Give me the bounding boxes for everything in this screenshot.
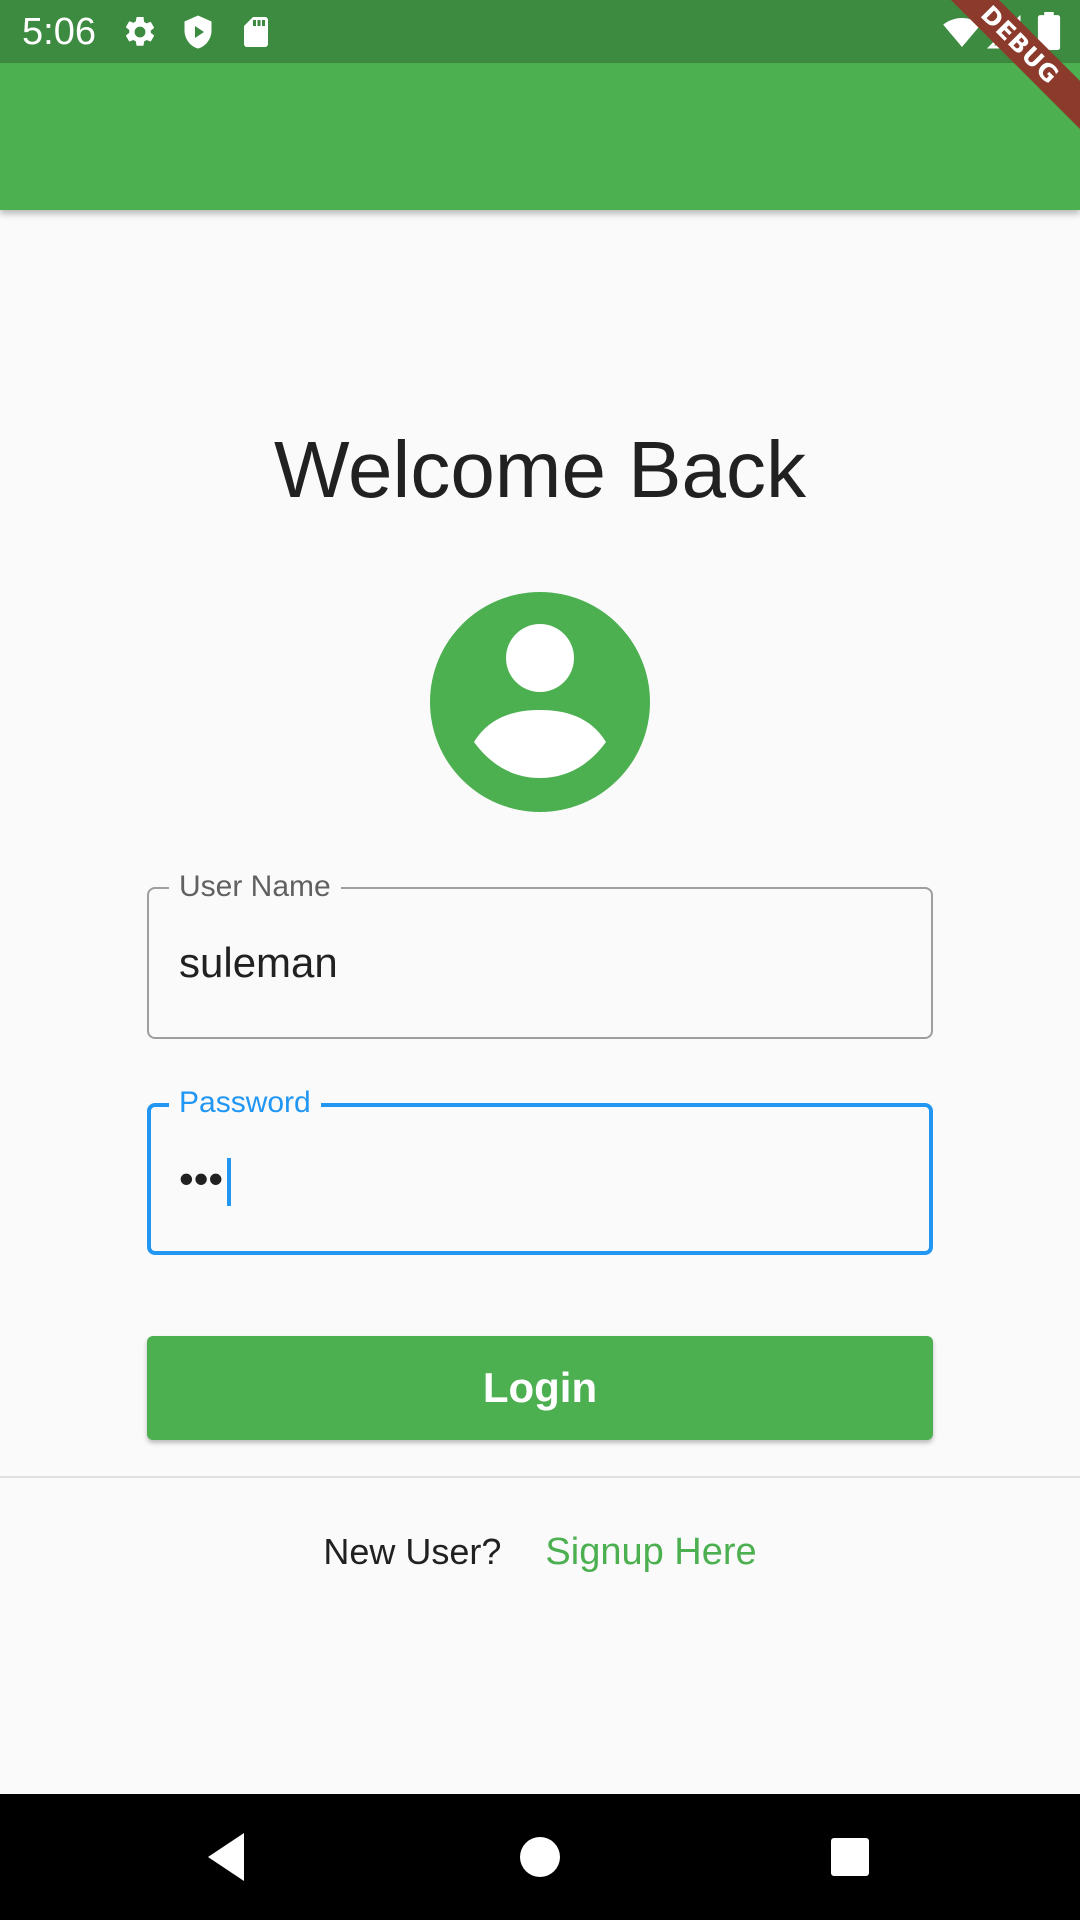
login-button[interactable]: Login [147,1336,933,1440]
shield-play-icon [184,15,212,49]
text-cursor [227,1157,232,1206]
status-time: 5:06 [22,11,96,53]
password-value-wrap: ••• [179,1151,232,1207]
page-title: Welcome Back [273,425,807,514]
account-circle-icon [430,592,650,812]
username-field[interactable]: User Name suleman [147,869,933,1039]
divider [0,1476,1080,1478]
wifi-icon [943,18,981,47]
app-bar [0,63,1080,210]
back-icon[interactable] [200,1827,260,1887]
username-value: suleman [179,939,338,986]
password-value: ••• [179,1155,224,1202]
system-nav-bar [0,1794,1080,1920]
sd-card-icon [244,17,268,47]
login-screen: 5:06 DEBUG Welcome Back User Name sulema… [0,0,1080,1920]
password-field[interactable]: Password ••• [147,1085,933,1255]
signup-link[interactable]: Signup Here [545,1531,756,1573]
home-icon[interactable] [510,1827,570,1887]
signal-icon [986,14,1021,49]
password-label: Password [169,1085,321,1121]
signup-prompt: New User? [323,1531,502,1572]
status-bar: 5:06 [0,0,1080,63]
recents-icon[interactable] [820,1827,880,1887]
signup-row: New User? Signup Here [0,1528,1080,1576]
settings-icon [125,16,155,46]
username-label: User Name [169,869,341,905]
battery-icon [1037,12,1061,50]
